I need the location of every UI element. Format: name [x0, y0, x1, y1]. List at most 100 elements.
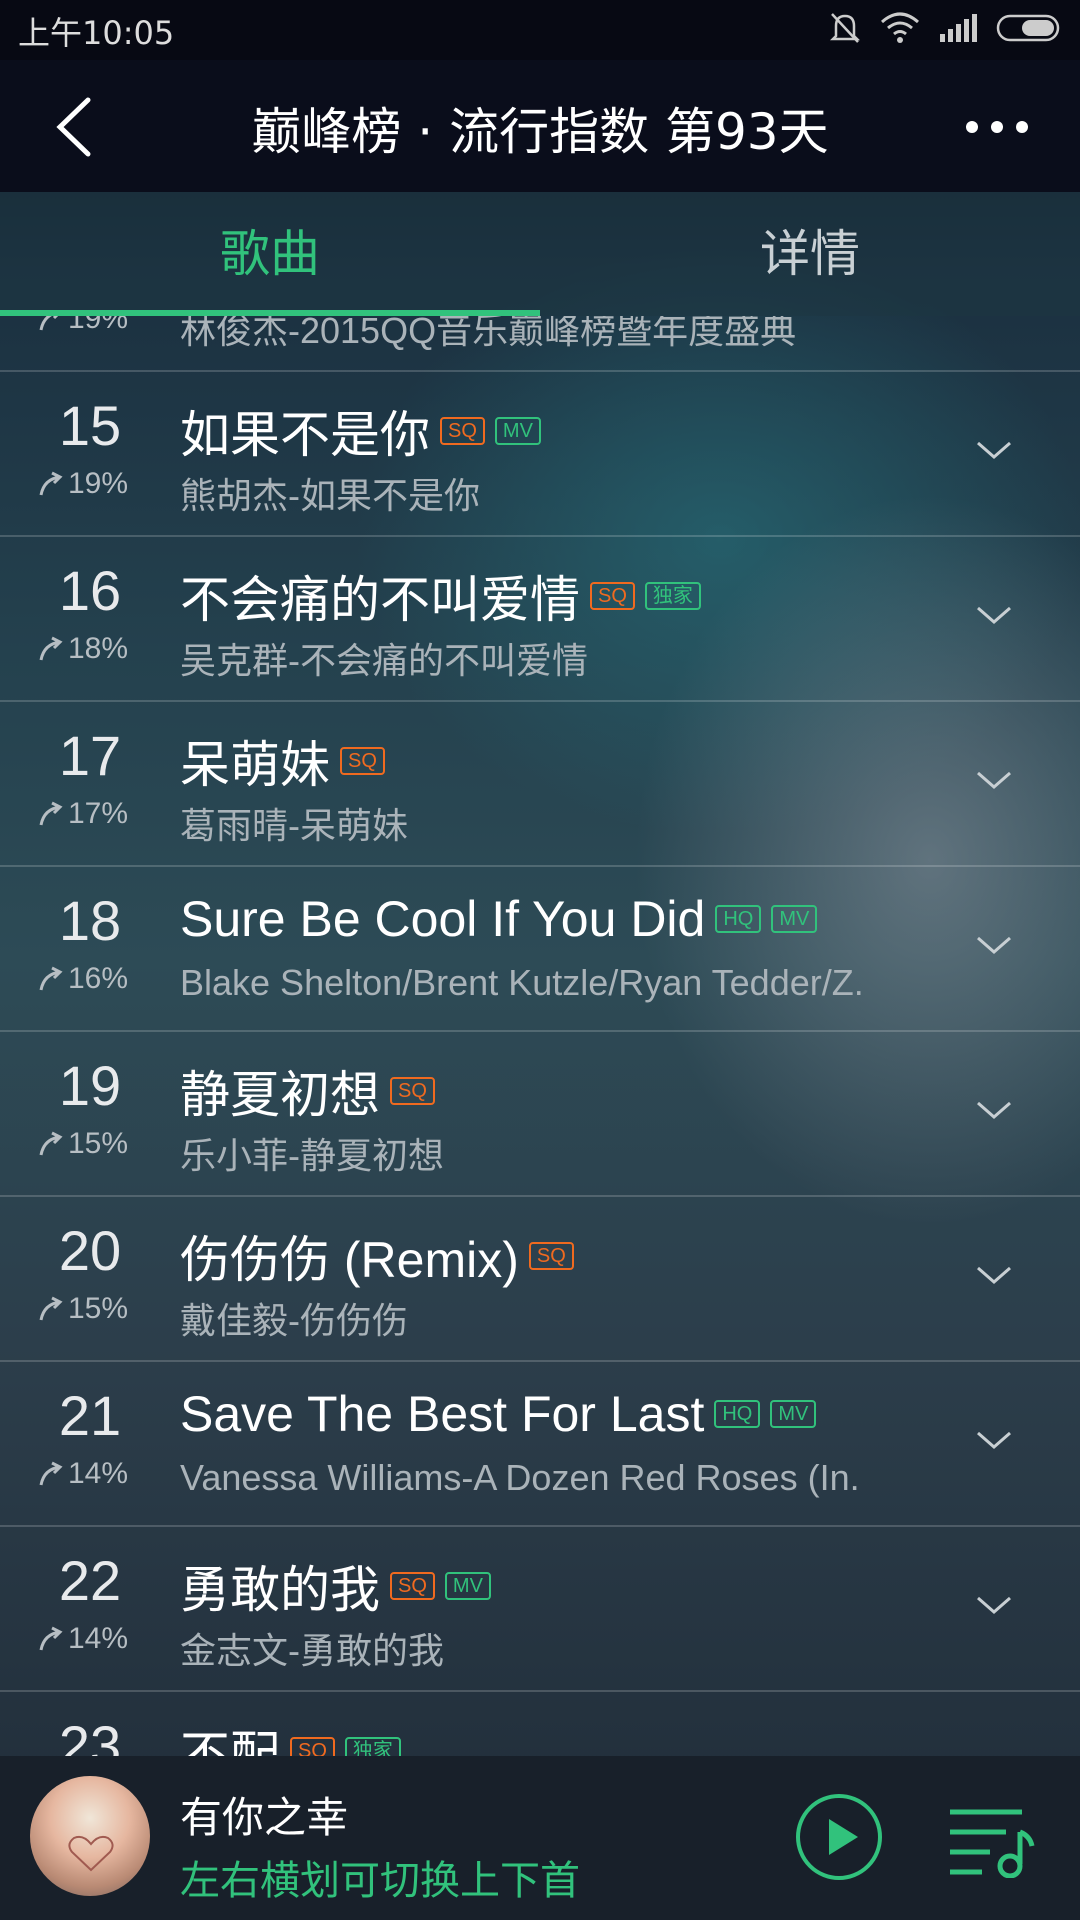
song-row[interactable]: 22 14% 勇敢的我 SQ MV 金志文-勇敢的我 — [0, 1526, 1080, 1692]
mv-badge[interactable]: MV — [444, 1572, 491, 1600]
play-icon[interactable] — [794, 1792, 884, 1882]
tab-songs[interactable]: 歌曲 — [0, 192, 540, 316]
rank-change: 17% — [38, 797, 128, 831]
chevron-down-icon[interactable] — [974, 435, 1014, 465]
song-row[interactable]: 15 19% 如果不是你 SQ MV 熊胡杰-如果不是你 — [0, 371, 1080, 537]
song-title: 不配 SQ 独家 — [180, 1715, 401, 1756]
player-hint: 左右横划可切换上下首 — [180, 1858, 580, 1904]
rank-change: 19% — [38, 467, 128, 501]
song-title-text: Sure Be Cool If You Did — [180, 891, 706, 947]
song-rank: 21 — [58, 1384, 122, 1447]
song-artist-album: Vanessa Williams-A Dozen Red Roses (In. — [180, 1457, 860, 1498]
song-list: 1419%林俊杰-2015QQ音乐巅峰榜暨年度盛典1519%如果不是你SQMV熊… — [0, 316, 1080, 1756]
rank-change: 16% — [38, 962, 128, 996]
status-bar: 上午10:05 — [0, 0, 1080, 60]
chevron-down-icon[interactable] — [974, 930, 1014, 960]
song-artist-album: 乐小菲-静夏初想 — [180, 1135, 444, 1176]
status-time: 上午10:05 — [18, 14, 175, 52]
heart-icon — [68, 1835, 114, 1872]
song-title: 不会痛的不叫爱情 SQ 独家 — [180, 560, 701, 632]
song-rank: 23 — [58, 1714, 122, 1756]
song-title: 如果不是你 SQ MV — [180, 395, 541, 467]
exclusive-badge: 独家 — [344, 1737, 401, 1756]
rank-change-value: 19% — [68, 467, 129, 500]
song-title: 伤伤伤 (Remix) SQ — [180, 1220, 574, 1292]
song-row[interactable]: 21 14% Save The Best For Last HQ MV Vanessa W… — [0, 1361, 1080, 1527]
song-title: 静夏初想 SQ — [180, 1055, 435, 1127]
song-rank: 22 — [58, 1549, 122, 1612]
rank-change-value: 16% — [68, 962, 129, 995]
song-rank: 16 — [58, 559, 122, 622]
song-artist-album: 金志文-勇敢的我 — [180, 1630, 444, 1671]
song-rank: 17 — [58, 724, 122, 787]
mv-badge[interactable]: MV — [494, 417, 541, 445]
chevron-down-icon[interactable] — [974, 1095, 1014, 1125]
song-row[interactable]: 17 17% 呆萌妹 SQ 葛雨晴-呆萌妹 — [0, 701, 1080, 867]
sq-badge: SQ — [290, 1737, 335, 1756]
trend-up-icon — [39, 966, 63, 991]
song-title: 勇敢的我 SQ MV — [180, 1550, 491, 1622]
rank-change: 15% — [38, 1127, 128, 1161]
chevron-down-icon[interactable] — [974, 1425, 1014, 1455]
song-row[interactable]: 18 16% Sure Be Cool If You Did HQ MV Blake Sh… — [0, 866, 1080, 1032]
rank-change: 15% — [38, 1292, 128, 1326]
chevron-down-icon[interactable] — [974, 1260, 1014, 1290]
trend-up-icon — [39, 1131, 63, 1156]
more-icon[interactable] — [962, 112, 1032, 142]
page-title: 巅峰榜 · 流行指数 第93天 — [251, 103, 829, 161]
song-title-text: 不配 — [180, 1727, 280, 1756]
trend-up-icon — [39, 801, 63, 826]
song-row[interactable]: 19 15% 静夏初想 SQ 乐小菲-静夏初想 — [0, 1031, 1080, 1197]
battery-icon — [996, 14, 1060, 42]
song-title: Sure Be Cool If You Did HQ MV — [180, 890, 818, 948]
rank-change-value: 15% — [68, 1292, 129, 1325]
chevron-down-icon[interactable] — [974, 765, 1014, 795]
song-rank: 19 — [58, 1054, 122, 1117]
sq-badge: SQ — [528, 1242, 574, 1270]
song-row[interactable]: 20 15% 伤伤伤 (Remix) SQ 戴佳毅-伤伤伤 — [0, 1196, 1080, 1362]
song-row[interactable]: 16 18% 不会痛的不叫爱情 SQ 独家 吴克群-不会痛的不叫爱情 — [0, 536, 1080, 702]
song-row[interactable]: 1419%林俊杰-2015QQ音乐巅峰榜暨年度盛典 — [0, 316, 1080, 372]
trend-up-icon — [39, 1461, 63, 1486]
song-title-text: 不会痛的不叫爱情 — [180, 572, 580, 628]
song-rank: 15 — [58, 394, 122, 457]
tab-bar: 歌曲 详情 — [0, 192, 1080, 316]
rank-change: 14% — [38, 1622, 128, 1656]
rank-change-value: 19% — [68, 316, 129, 335]
trend-up-icon — [39, 636, 63, 661]
song-artist-album: 吴克群-不会痛的不叫爱情 — [180, 640, 588, 681]
rank-change: 19% — [38, 316, 128, 336]
mv-badge[interactable]: MV — [770, 1400, 817, 1428]
chevron-down-icon[interactable] — [974, 1590, 1014, 1620]
player-song-title: 有你之幸 — [180, 1793, 349, 1842]
sq-badge: SQ — [590, 582, 635, 610]
rank-change-value: 17% — [68, 797, 129, 830]
song-artist-album: 戴佳毅-伤伤伤 — [180, 1300, 408, 1341]
playlist-icon[interactable] — [946, 1802, 1036, 1878]
rank-change-value: 15% — [68, 1127, 129, 1160]
rank-change: 18% — [38, 632, 128, 666]
mv-badge[interactable]: MV — [771, 905, 818, 933]
song-title-text: 呆萌妹 — [180, 737, 330, 793]
mini-player[interactable]: 有你之幸 左右横划可切换上下首 — [0, 1756, 1080, 1920]
rank-change-value: 18% — [68, 632, 129, 665]
chevron-down-icon[interactable] — [974, 600, 1014, 630]
song-artist-album: 熊胡杰-如果不是你 — [180, 475, 480, 516]
wifi-icon — [881, 12, 919, 43]
song-title-text: 静夏初想 — [180, 1067, 380, 1123]
sq-badge: SQ — [340, 747, 385, 775]
song-rank: 20 — [58, 1219, 122, 1282]
song-artist-album: 葛雨晴-呆萌妹 — [180, 805, 408, 846]
song-title: Save The Best For Last HQ MV — [180, 1385, 817, 1443]
trend-up-icon — [39, 471, 63, 496]
song-title-text: Save The Best For Last — [180, 1386, 705, 1442]
song-title: 呆萌妹 SQ — [180, 725, 385, 797]
sq-badge: SQ — [390, 1077, 435, 1105]
trend-up-icon — [39, 1296, 63, 1321]
song-row[interactable]: 23 不配 SQ 独家 — [0, 1691, 1080, 1756]
song-artist-album: 林俊杰-2015QQ音乐巅峰榜暨年度盛典 — [180, 316, 797, 351]
tab-detail[interactable]: 详情 — [540, 192, 1080, 316]
sq-badge: SQ — [390, 1572, 435, 1600]
album-cover[interactable] — [30, 1776, 150, 1896]
rank-change-value: 14% — [68, 1457, 129, 1490]
